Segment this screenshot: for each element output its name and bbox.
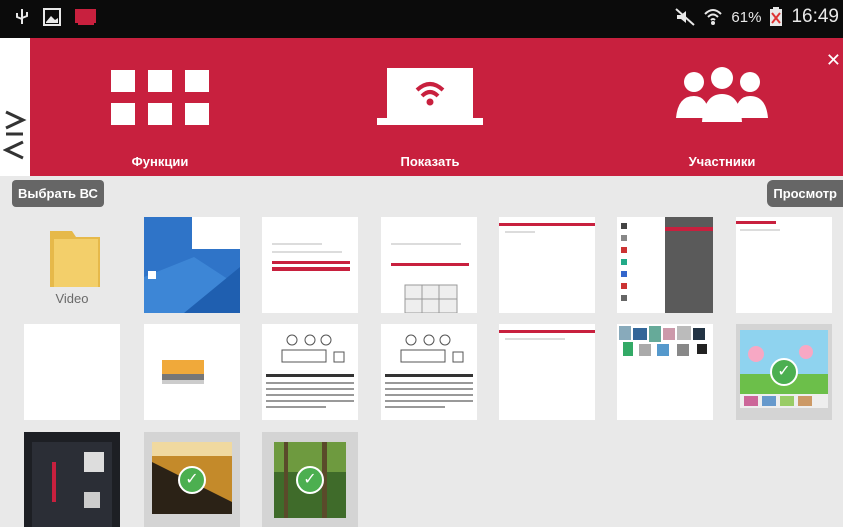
show-label: Показать: [400, 154, 460, 169]
thumbnail[interactable]: [381, 324, 477, 420]
mute-icon: [675, 8, 696, 26]
participants-icon: [676, 67, 768, 122]
photo-collage-thumb: [619, 326, 707, 356]
status-bar-left: [12, 8, 96, 26]
thumbnail[interactable]: [24, 324, 120, 420]
image-notification-icon: [43, 8, 61, 26]
phone-menu-thumb: [621, 217, 713, 313]
diagram-doc-thumb: [385, 334, 473, 408]
battery-percent: 61%: [731, 8, 762, 26]
diagram-doc-thumb: [266, 334, 354, 408]
participants-button[interactable]: Участники: [642, 38, 802, 176]
windows-screenshot-thumb: [144, 217, 240, 313]
thumbnail[interactable]: [499, 217, 595, 313]
screen-mirror-icon: [75, 9, 96, 25]
laptop-wifi-icon: [377, 68, 483, 125]
logo-strip: [0, 38, 30, 176]
thumbnail[interactable]: [736, 217, 832, 313]
thumbnail[interactable]: [144, 324, 240, 420]
selected-check-icon: ✓: [178, 466, 206, 494]
thumbnail[interactable]: [24, 432, 120, 527]
thumbnail-selected[interactable]: ✓: [144, 432, 240, 527]
close-icon[interactable]: ✕: [826, 50, 841, 71]
thumbnail[interactable]: [262, 217, 358, 313]
status-bar: 61% 16:49: [0, 0, 843, 38]
grid-icon: [111, 69, 209, 125]
keyboard-thumb: [404, 284, 458, 313]
thumbnail[interactable]: [617, 324, 713, 420]
selected-check-icon: ✓: [296, 466, 324, 494]
status-bar-right: 61% 16:49: [675, 6, 839, 28]
folder-icon: [50, 231, 100, 287]
phone-photo-thumb: [32, 442, 112, 527]
folder-video[interactable]: Video: [24, 217, 120, 313]
main-header: Функции Показать Участники ✕: [30, 38, 843, 176]
functions-label: Функции: [131, 154, 189, 169]
clock: 16:49: [791, 6, 839, 27]
show-button[interactable]: Показать: [350, 38, 510, 176]
select-bc-button[interactable]: Выбрать ВС: [12, 180, 104, 207]
thumbnail[interactable]: [262, 324, 358, 420]
thumbnail[interactable]: [499, 324, 595, 420]
thumbnail[interactable]: [617, 217, 713, 313]
usb-icon: [16, 9, 28, 24]
folder-label: Video: [55, 291, 89, 306]
thumbnail[interactable]: [144, 217, 240, 313]
selected-check-icon: ✓: [770, 358, 798, 386]
thumbnail-selected[interactable]: ✓: [262, 432, 358, 527]
gallery-area: Выбрать ВС Просмотр Video ✓ ✓ ✓: [0, 176, 843, 527]
battery-low-icon: [770, 7, 783, 26]
preview-button[interactable]: Просмотр: [767, 180, 843, 207]
participants-label: Участники: [688, 154, 756, 169]
via-logo: [3, 110, 27, 160]
wifi-icon: [704, 9, 723, 25]
thumbnail[interactable]: [381, 217, 477, 313]
thumbnail-selected[interactable]: ✓: [736, 324, 832, 420]
functions-button[interactable]: Функции: [60, 38, 260, 176]
